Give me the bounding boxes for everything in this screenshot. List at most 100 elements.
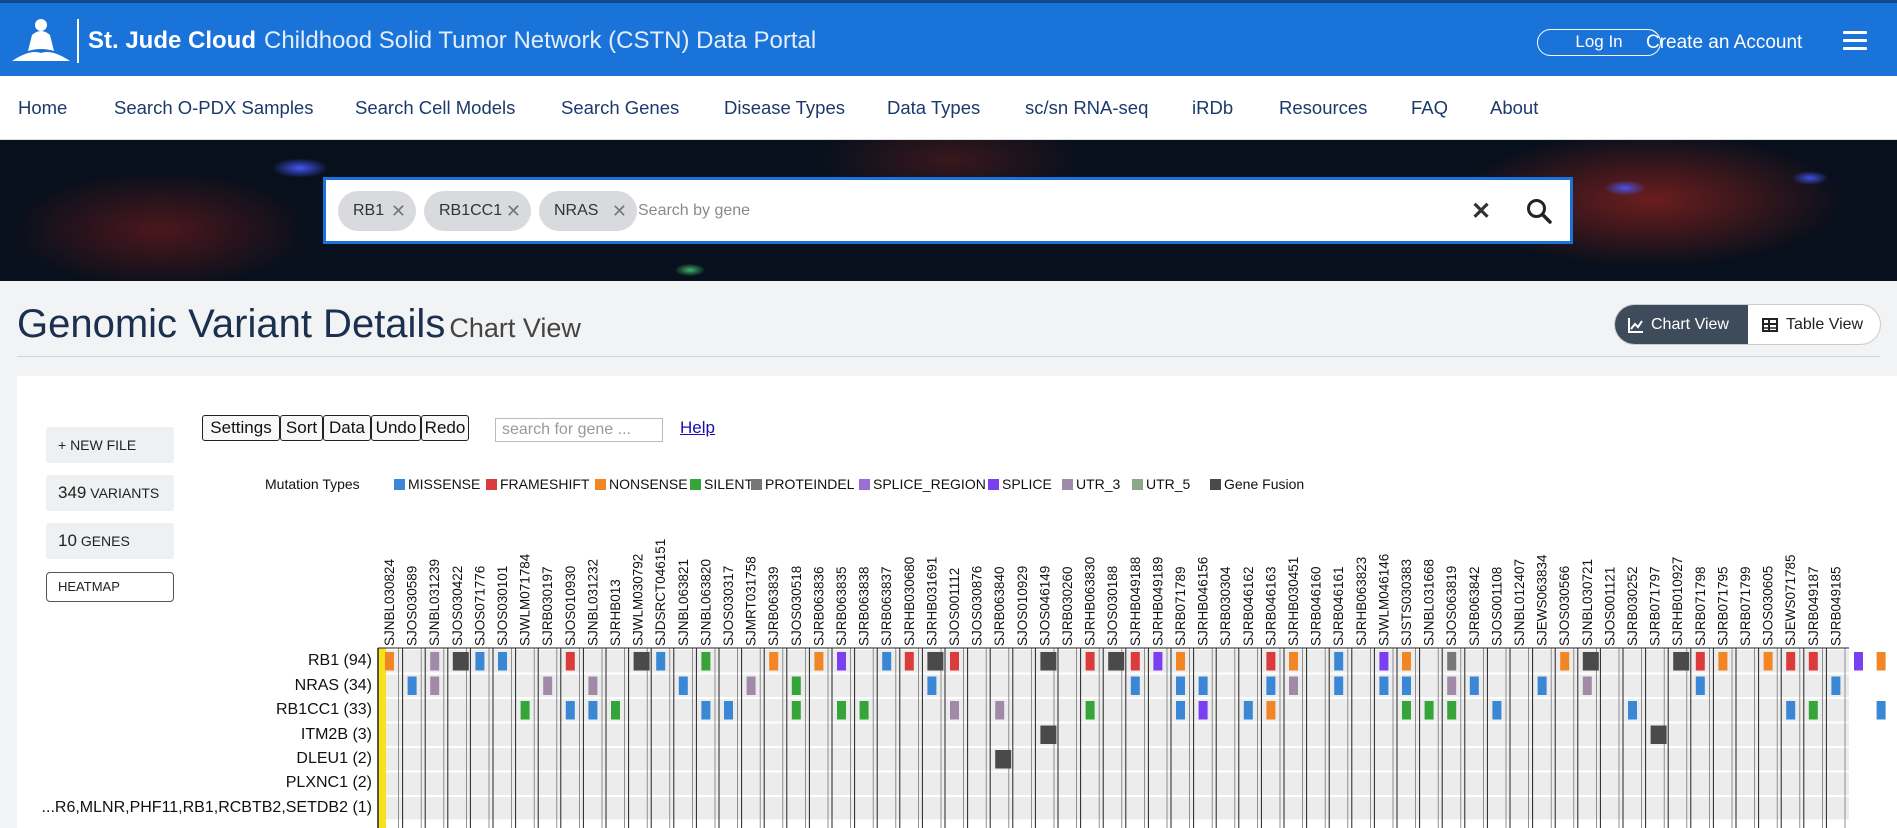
- column-label[interactable]: SJNBL031239: [427, 559, 442, 646]
- column-label[interactable]: SJRB071799: [1738, 566, 1753, 646]
- mutation-cell-missense[interactable]: [1402, 676, 1411, 696]
- mutation-cell-nonsense[interactable]: [385, 652, 394, 671]
- column-label[interactable]: SJOS030518: [789, 566, 804, 646]
- search-input[interactable]: Search by gene: [638, 202, 750, 220]
- mutation-cell-utr3[interactable]: [746, 676, 756, 696]
- column-label[interactable]: SJOS010929: [1015, 566, 1030, 646]
- mutation-cell-silent[interactable]: [837, 701, 846, 720]
- nav-data-types[interactable]: Data Types: [887, 97, 980, 119]
- mutation-cell-silent[interactable]: [1085, 701, 1095, 720]
- mutation-cell-missense[interactable]: [1266, 676, 1276, 696]
- mutation-cell-nonsense[interactable]: [1402, 652, 1411, 671]
- mutation-cell-fusion[interactable]: [1040, 652, 1057, 671]
- mutation-cell-missense[interactable]: [927, 676, 937, 696]
- mutation-cell-nonsense[interactable]: [1266, 701, 1276, 720]
- mutation-cell-missense[interactable]: [1628, 701, 1637, 720]
- mutation-cell-frameshift[interactable]: [1808, 652, 1818, 671]
- mutation-cell-nonsense[interactable]: [1560, 652, 1570, 671]
- mutation-cell-splice[interactable]: [1153, 652, 1163, 671]
- mutation-cell-missense[interactable]: [656, 652, 666, 671]
- column-label[interactable]: SJOS030876: [970, 566, 985, 646]
- mutation-cell-missense[interactable]: [1176, 701, 1185, 720]
- column-label[interactable]: SJRB046160: [1309, 566, 1324, 646]
- column-label[interactable]: SJRB046161: [1331, 566, 1346, 646]
- mutation-cell-fusion[interactable]: [1108, 652, 1125, 671]
- column-label[interactable]: SJWLM071784: [518, 553, 533, 646]
- st-jude-logo-icon[interactable]: [10, 17, 72, 65]
- column-label[interactable]: SJRB049187: [1806, 566, 1821, 646]
- column-label[interactable]: SJNBL063821: [676, 559, 691, 646]
- column-label[interactable]: SJRB046163: [1263, 566, 1278, 646]
- mutation-cell-splice[interactable]: [1198, 701, 1208, 720]
- mutation-cell-missense[interactable]: [701, 701, 711, 720]
- mutation-cell-silent[interactable]: [520, 701, 530, 720]
- column-label[interactable]: SJRB063838: [857, 566, 872, 646]
- column-label[interactable]: SJRB071798: [1693, 566, 1708, 646]
- mutation-cell-proteindel[interactable]: [1447, 652, 1457, 671]
- mutation-cell-frameshift[interactable]: [950, 652, 959, 671]
- column-label[interactable]: SJRB071795: [1715, 566, 1730, 646]
- nav-resources[interactable]: Resources: [1279, 97, 1367, 119]
- login-button[interactable]: Log In: [1537, 29, 1661, 56]
- column-label[interactable]: SJDSRCT046151: [653, 539, 668, 646]
- column-label[interactable]: SJOS001112: [947, 568, 962, 646]
- column-label[interactable]: SJRB030252: [1625, 566, 1640, 646]
- mutation-cell-fusion[interactable]: [1673, 652, 1690, 671]
- mutation-cell-splice[interactable]: [837, 652, 846, 671]
- mutation-cell-nonsense[interactable]: [1718, 652, 1728, 671]
- gene-search-box[interactable]: RB1 ✕ RB1CC1 ✕ NRAS ✕ Search by gene ✕: [323, 177, 1573, 244]
- column-label[interactable]: SJWLM046146: [1376, 554, 1391, 646]
- column-label[interactable]: SJOS030605: [1761, 566, 1776, 646]
- mutation-cell-missense[interactable]: [1537, 676, 1547, 696]
- mutation-cell-utr3[interactable]: [543, 676, 553, 696]
- mutation-cell-fusion[interactable]: [927, 652, 944, 671]
- mutation-cell-missense[interactable]: [565, 701, 575, 720]
- mutation-cell-missense[interactable]: [1198, 676, 1208, 696]
- column-label[interactable]: SJEWS063834: [1535, 554, 1550, 646]
- column-label[interactable]: SJRHB013: [608, 579, 623, 646]
- column-label[interactable]: SJRHB063830: [1083, 557, 1098, 646]
- mutation-cell-utr3[interactable]: [430, 652, 440, 671]
- nav-search-opdx-samples[interactable]: Search O-PDX Samples: [114, 97, 313, 119]
- column-label[interactable]: SJRB063842: [1467, 566, 1482, 646]
- brand-title[interactable]: St. Jude Cloud Childhood Solid Tumor Netw…: [88, 27, 816, 55]
- column-label[interactable]: SJOS001108: [1489, 567, 1504, 646]
- mutation-cell-missense[interactable]: [1695, 676, 1705, 696]
- column-label[interactable]: SJNBL031668: [1422, 559, 1437, 646]
- mutation-cell-silent[interactable]: [1402, 701, 1411, 720]
- mutation-cell-missense[interactable]: [1176, 676, 1185, 696]
- column-label[interactable]: SJEWS071785: [1783, 554, 1798, 646]
- column-label[interactable]: SJRB063840: [992, 566, 1007, 646]
- column-label[interactable]: SJRB063839: [766, 566, 781, 646]
- column-label[interactable]: SJRHB030680: [902, 557, 917, 646]
- mutation-cell-missense[interactable]: [1379, 676, 1389, 696]
- mutation-cell-splice[interactable]: [1854, 652, 1863, 671]
- column-label[interactable]: SJRB030260: [1060, 566, 1075, 646]
- chip-remove-icon[interactable]: ✕: [391, 191, 406, 231]
- mutation-cell-missense[interactable]: [1334, 676, 1344, 696]
- mutation-cell-missense[interactable]: [407, 676, 417, 696]
- column-label[interactable]: SJRHB030451: [1286, 557, 1301, 646]
- nav-sc-sn-rna-seq[interactable]: sc/sn RNA-seq: [1025, 97, 1148, 119]
- column-label[interactable]: SJRHB010927: [1670, 557, 1685, 646]
- mutation-cell-missense[interactable]: [678, 676, 688, 696]
- chip-remove-icon[interactable]: ✕: [612, 191, 627, 231]
- column-label[interactable]: SJOS030188: [1105, 566, 1120, 646]
- mutation-cell-missense[interactable]: [1786, 701, 1796, 720]
- mutation-cell-fusion[interactable]: [633, 652, 650, 671]
- mutation-cell-utr3[interactable]: [588, 676, 598, 696]
- chart-view-button[interactable]: Chart View: [1615, 305, 1748, 344]
- mutation-cell-missense[interactable]: [498, 652, 507, 671]
- mutation-cell-missense[interactable]: [1130, 676, 1140, 696]
- column-label[interactable]: SJRHB063823: [1354, 557, 1369, 646]
- column-label[interactable]: SJOS030101: [495, 566, 510, 646]
- column-label[interactable]: SJRHB049189: [1150, 557, 1165, 646]
- search-icon[interactable]: [1526, 198, 1552, 224]
- gene-chip-rb1[interactable]: RB1 ✕: [338, 191, 416, 231]
- mutation-cell-nonsense[interactable]: [814, 652, 824, 671]
- column-label[interactable]: SJSTS030383: [1399, 559, 1414, 646]
- column-label[interactable]: SJOS063819: [1444, 566, 1459, 646]
- column-label[interactable]: SJRHB046156: [1196, 557, 1211, 646]
- mutation-cell-nonsense[interactable]: [1876, 652, 1886, 671]
- mutation-cell-missense[interactable]: [588, 701, 598, 720]
